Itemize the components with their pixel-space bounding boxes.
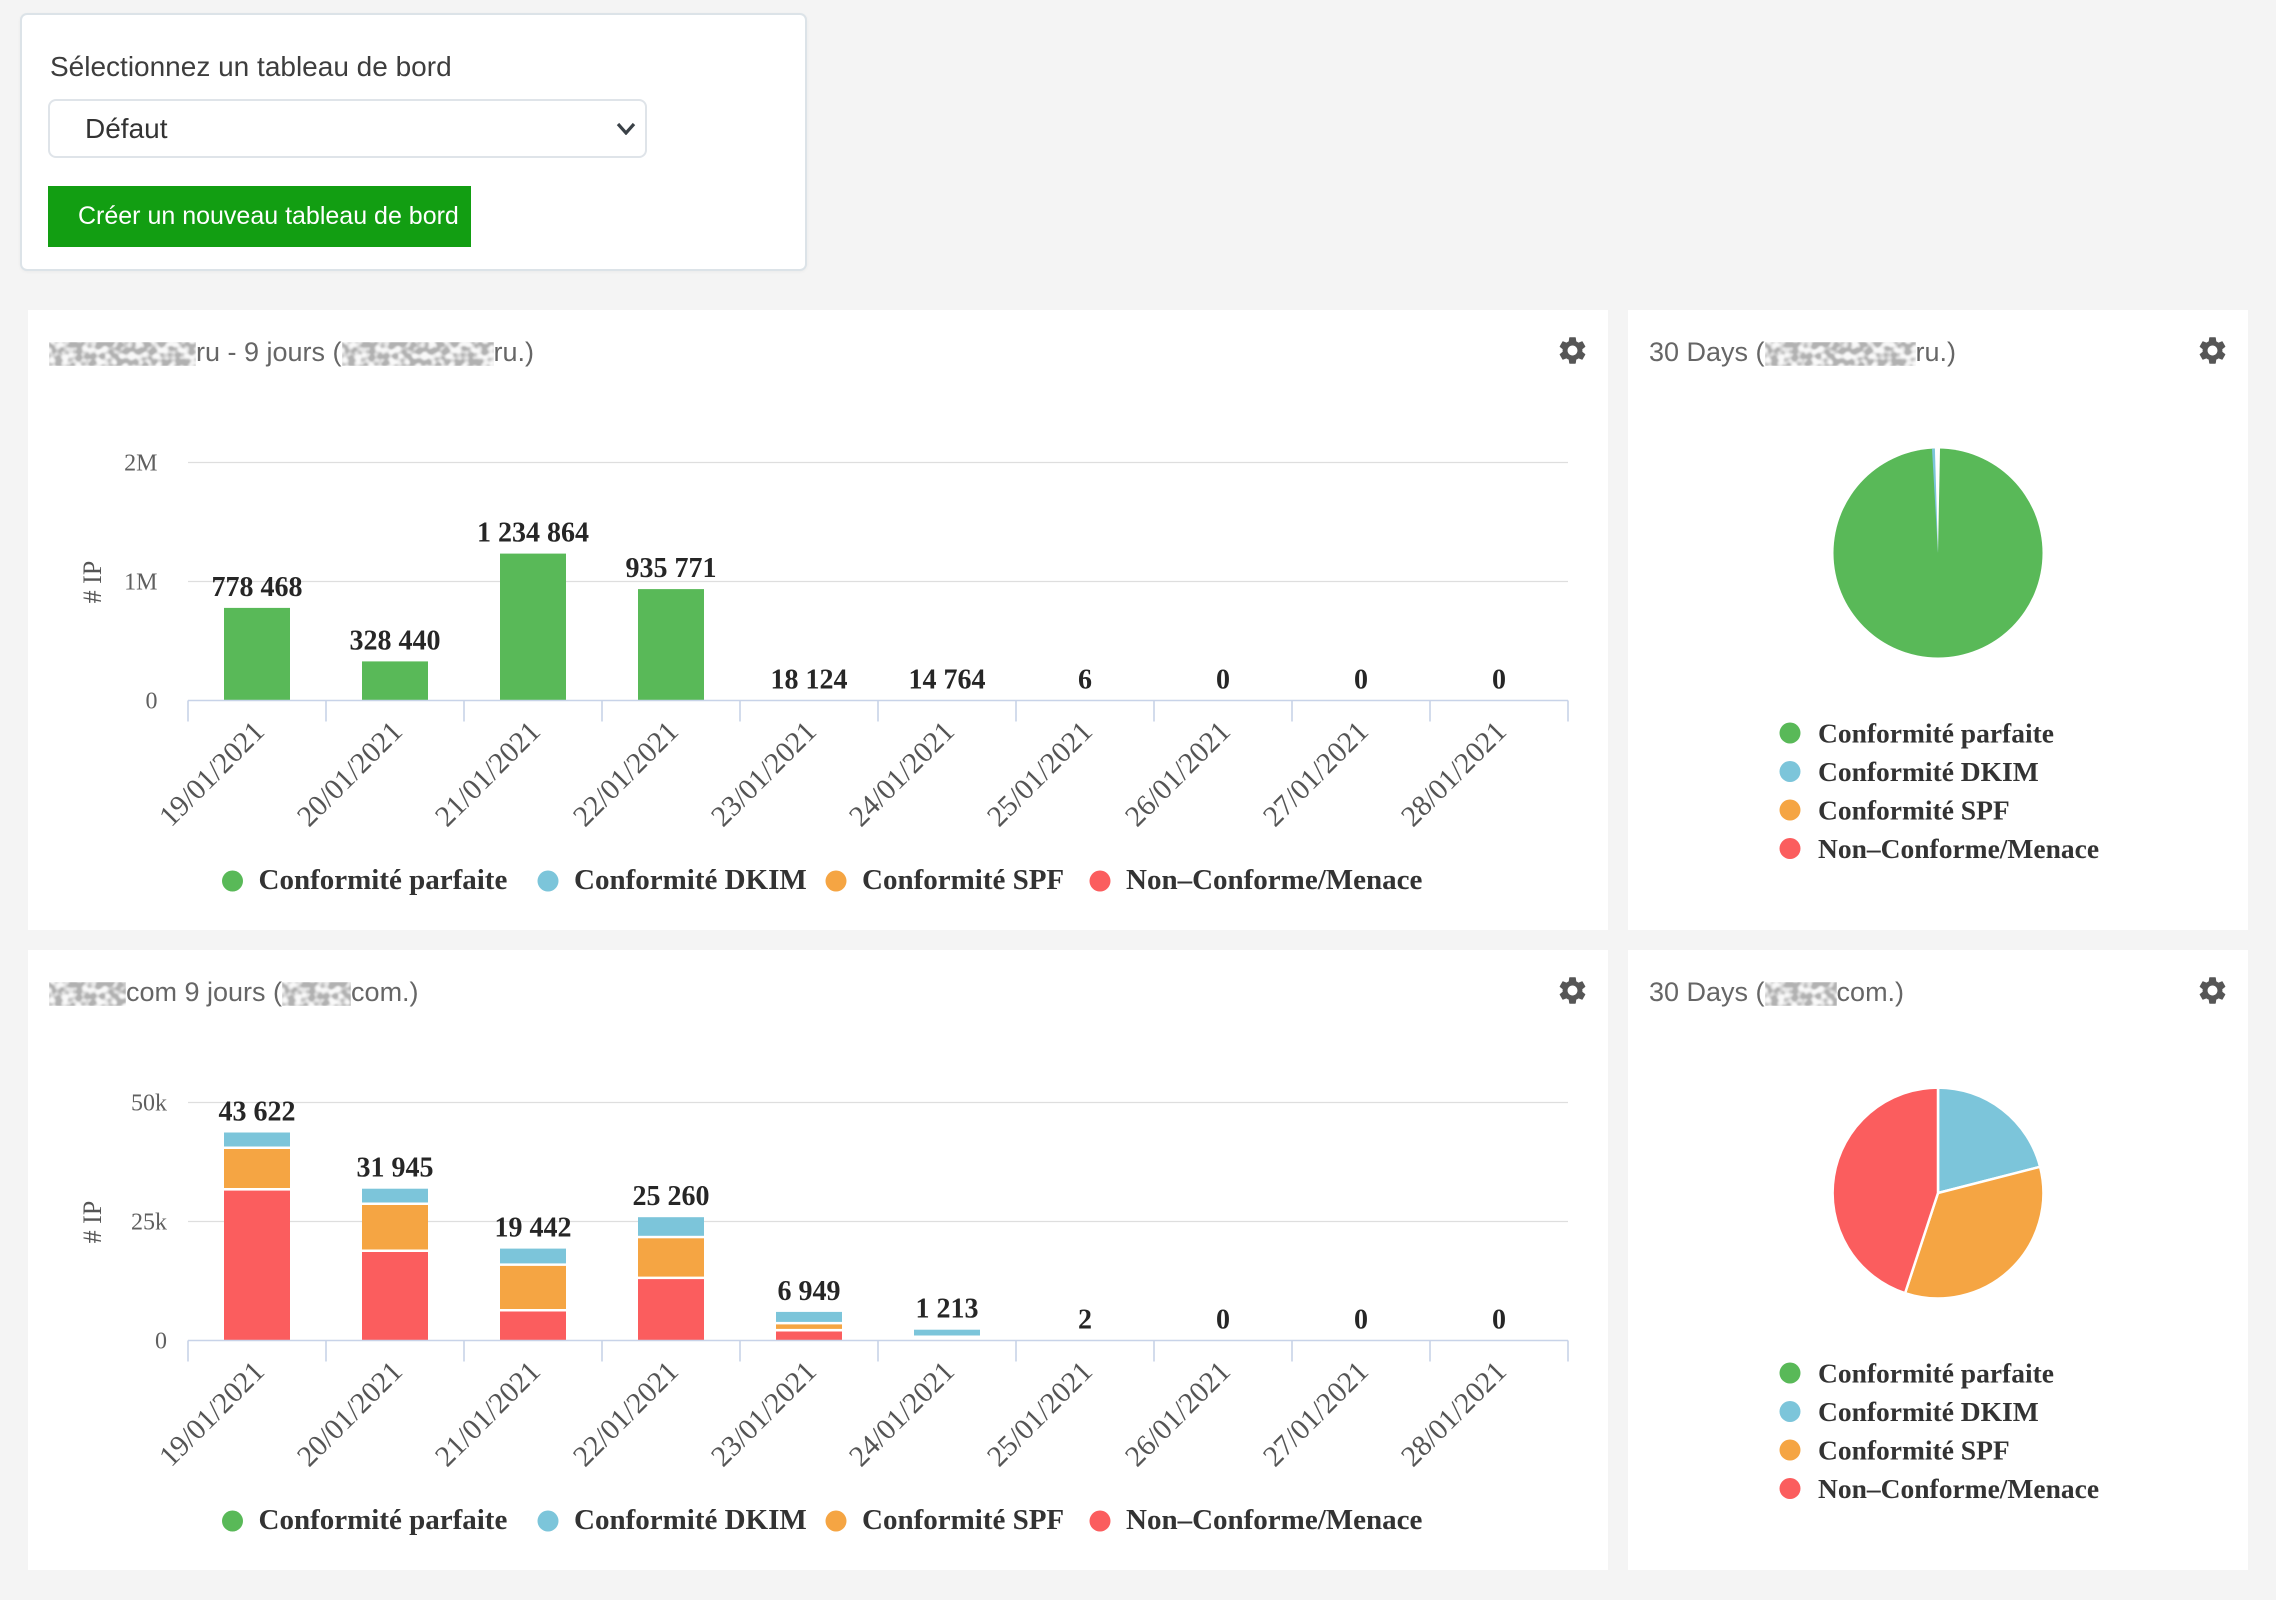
svg-text:22/01/2021: 22/01/2021 bbox=[567, 1355, 685, 1473]
svg-text:2: 2 bbox=[1078, 1305, 1092, 1336]
svg-text:Conformité parfaite: Conformité parfaite bbox=[259, 864, 508, 896]
svg-text:Conformité SPF: Conformité SPF bbox=[1818, 1435, 2010, 1466]
svg-text:28/01/2021: 28/01/2021 bbox=[1395, 1355, 1513, 1473]
svg-text:0: 0 bbox=[1216, 665, 1230, 696]
svg-text:19/01/2021: 19/01/2021 bbox=[153, 715, 271, 833]
svg-text:24/01/2021: 24/01/2021 bbox=[843, 1355, 961, 1473]
svg-text:0: 0 bbox=[155, 1329, 167, 1355]
svg-text:24/01/2021: 24/01/2021 bbox=[843, 715, 961, 833]
svg-text:Conformité SPF: Conformité SPF bbox=[862, 864, 1064, 896]
svg-text:26/01/2021: 26/01/2021 bbox=[1119, 1355, 1237, 1473]
svg-text:27/01/2021: 27/01/2021 bbox=[1257, 1355, 1375, 1473]
svg-text:21/01/2021: 21/01/2021 bbox=[429, 1355, 547, 1473]
svg-text:935 771: 935 771 bbox=[626, 553, 717, 584]
svg-text:2M: 2M bbox=[124, 451, 157, 477]
svg-text:Non–Conforme/Menace: Non–Conforme/Menace bbox=[1126, 1504, 1423, 1536]
svg-text:1M: 1M bbox=[124, 570, 157, 596]
svg-text:328 440: 328 440 bbox=[350, 625, 441, 656]
svg-text:31 945: 31 945 bbox=[357, 1153, 434, 1184]
svg-text:25/01/2021: 25/01/2021 bbox=[981, 1355, 1099, 1473]
svg-text:Conformité DKIM: Conformité DKIM bbox=[1818, 1396, 2039, 1427]
svg-text:50k: 50k bbox=[131, 1091, 167, 1117]
svg-text:20/01/2021: 20/01/2021 bbox=[291, 1355, 409, 1473]
svg-text:26/01/2021: 26/01/2021 bbox=[1119, 715, 1237, 833]
svg-text:Conformité DKIM: Conformité DKIM bbox=[1818, 756, 2039, 787]
svg-text:0: 0 bbox=[1492, 1305, 1506, 1336]
svg-text:25 260: 25 260 bbox=[633, 1181, 710, 1212]
svg-text:21/01/2021: 21/01/2021 bbox=[429, 715, 547, 833]
svg-text:18 124: 18 124 bbox=[771, 665, 848, 696]
svg-text:14 764: 14 764 bbox=[909, 665, 986, 696]
svg-text:Conformité SPF: Conformité SPF bbox=[1818, 795, 2010, 826]
svg-text:0: 0 bbox=[1492, 665, 1506, 696]
svg-text:20/01/2021: 20/01/2021 bbox=[291, 715, 409, 833]
svg-text:23/01/2021: 23/01/2021 bbox=[705, 1355, 823, 1473]
svg-text:0: 0 bbox=[1354, 665, 1368, 696]
svg-text:Conformité parfaite: Conformité parfaite bbox=[1818, 718, 2054, 749]
svg-text:Conformité parfaite: Conformité parfaite bbox=[259, 1504, 508, 1536]
svg-text:Non–Conforme/Menace: Non–Conforme/Menace bbox=[1818, 1473, 2099, 1504]
svg-text:25k: 25k bbox=[131, 1210, 167, 1236]
svg-text:23/01/2021: 23/01/2021 bbox=[705, 715, 823, 833]
svg-text:25/01/2021: 25/01/2021 bbox=[981, 715, 1099, 833]
svg-text:6: 6 bbox=[1078, 665, 1092, 696]
svg-text:19 442: 19 442 bbox=[495, 1213, 572, 1244]
svg-text:6 949: 6 949 bbox=[778, 1276, 841, 1307]
svg-text:28/01/2021: 28/01/2021 bbox=[1395, 715, 1513, 833]
svg-text:22/01/2021: 22/01/2021 bbox=[567, 715, 685, 833]
svg-text:778 468: 778 468 bbox=[212, 572, 303, 603]
svg-text:Conformité DKIM: Conformité DKIM bbox=[574, 864, 807, 896]
svg-text:# IP: # IP bbox=[78, 561, 107, 604]
svg-text:Conformité DKIM: Conformité DKIM bbox=[574, 1504, 807, 1536]
svg-text:Non–Conforme/Menace: Non–Conforme/Menace bbox=[1126, 864, 1423, 896]
svg-text:0: 0 bbox=[1216, 1305, 1230, 1336]
svg-text:0: 0 bbox=[1354, 1305, 1368, 1336]
svg-text:1 213: 1 213 bbox=[916, 1294, 979, 1325]
svg-text:Conformité parfaite: Conformité parfaite bbox=[1818, 1358, 2054, 1389]
svg-text:0: 0 bbox=[146, 689, 158, 715]
svg-text:1 234 864: 1 234 864 bbox=[477, 518, 589, 549]
svg-text:Conformité SPF: Conformité SPF bbox=[862, 1504, 1064, 1536]
svg-text:27/01/2021: 27/01/2021 bbox=[1257, 715, 1375, 833]
svg-text:Non–Conforme/Menace: Non–Conforme/Menace bbox=[1818, 833, 2099, 864]
svg-text:19/01/2021: 19/01/2021 bbox=[153, 1355, 271, 1473]
svg-text:# IP: # IP bbox=[78, 1201, 107, 1244]
svg-text:43 622: 43 622 bbox=[219, 1097, 296, 1128]
